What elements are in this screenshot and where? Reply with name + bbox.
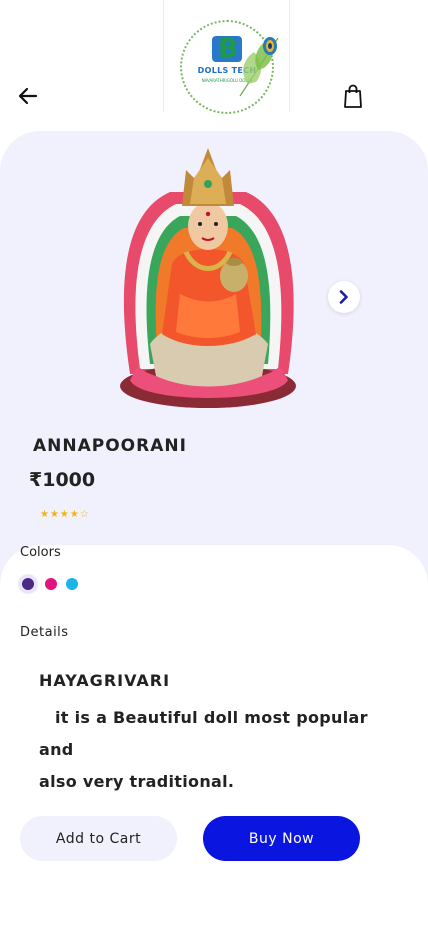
- next-image-button[interactable]: [328, 281, 360, 313]
- colors-label: Colors: [20, 545, 61, 560]
- buy-now-button[interactable]: Buy Now: [203, 816, 360, 861]
- product-price: ₹1000: [29, 469, 96, 491]
- cart-button[interactable]: [341, 83, 365, 109]
- arrow-left-icon: [18, 87, 38, 105]
- color-swatch-purple[interactable]: [22, 578, 34, 590]
- details-label: Details: [20, 625, 69, 640]
- description-line-1: it is a Beautiful doll most popular and: [39, 708, 368, 759]
- description-body: it is a Beautiful doll most popular and …: [39, 702, 399, 798]
- back-button[interactable]: [16, 84, 40, 108]
- product-image: [120, 148, 296, 408]
- color-swatch-blue[interactable]: [66, 578, 78, 590]
- description-line-2: also very traditional.: [39, 772, 235, 791]
- brand-logo: B DOLLS TECH NAVARATHRIGOLU DOLLS: [163, 0, 290, 114]
- shopping-bag-icon: [344, 84, 362, 108]
- description-title: HAYAGRIVARI: [39, 671, 171, 690]
- color-swatch-pink[interactable]: [45, 578, 57, 590]
- product-name: ANNAPOORANI: [33, 436, 187, 456]
- rating-stars: ★★★★☆: [40, 509, 90, 520]
- add-to-cart-button[interactable]: Add to Cart: [20, 816, 177, 861]
- peacock-feather-icon: [239, 37, 279, 97]
- chevron-right-icon: [339, 290, 348, 304]
